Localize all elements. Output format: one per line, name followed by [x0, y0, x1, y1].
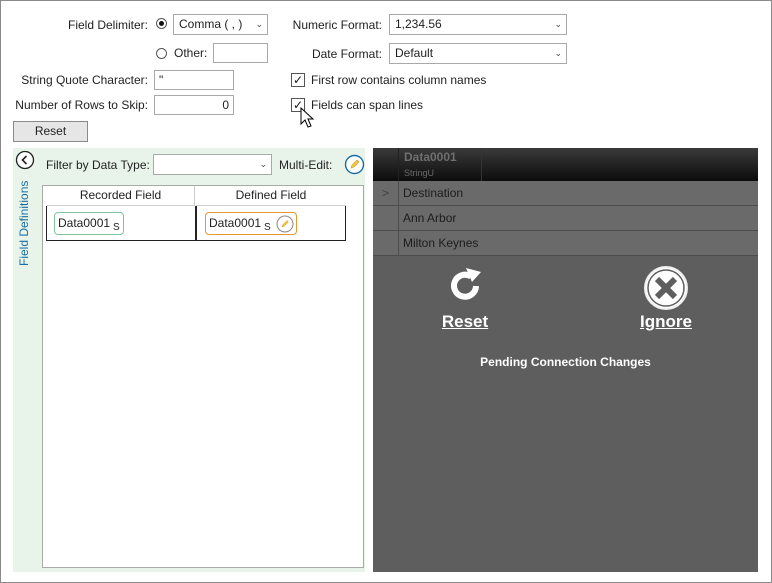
refresh-icon	[451, 268, 481, 300]
recorded-field-chip[interactable]: Data0001 S	[54, 212, 124, 235]
first-row-names-checkbox[interactable]: ✓	[291, 73, 305, 87]
pencil-icon[interactable]	[276, 215, 294, 233]
preview-cell: Ann Arbor	[403, 211, 457, 225]
date-format-value: Default	[395, 46, 434, 60]
recorded-field-name: Data0001	[58, 216, 111, 230]
row-marker: >	[373, 181, 399, 205]
overlay-message: Pending Connection Changes	[480, 355, 651, 369]
chevron-down-icon: ⌄	[554, 48, 562, 58]
chevron-down-icon: ⌄	[554, 19, 562, 29]
overlay-ignore-label: Ignore	[640, 312, 692, 331]
window: Field Delimiter: Comma ( , ) ⌄ Other: St…	[0, 0, 772, 583]
first-row-names-label: First row contains column names	[311, 73, 487, 87]
field-definitions-vertical-title-wrap: Field Definitions	[17, 181, 35, 366]
preview-panel: Data0001 StringU > Destination Ann Arbor…	[373, 148, 758, 572]
field-delimiter-label: Field Delimiter:	[67, 18, 148, 32]
numeric-format-value: 1,234.56	[395, 17, 442, 31]
multi-edit-label: Multi-Edit:	[279, 158, 333, 172]
numeric-format-label: Numeric Format:	[292, 18, 382, 32]
column-header-defined[interactable]: Defined Field	[196, 186, 346, 206]
preview-cell: Destination	[403, 186, 464, 200]
chevron-down-icon: ⌄	[259, 159, 267, 169]
preview-row[interactable]: Milton Keynes	[373, 231, 758, 256]
preview-row[interactable]: > Destination	[373, 181, 758, 206]
overlay-ignore-action[interactable]: Ignore	[631, 264, 701, 334]
defined-field-name: Data0001	[209, 216, 262, 230]
defined-field-chip[interactable]: Data0001 S	[205, 212, 297, 235]
preview-header: Data0001 StringU	[373, 148, 758, 181]
table-row[interactable]: Data0001 S Data0001 S	[46, 206, 346, 241]
preview-column-type: StringU	[404, 168, 435, 178]
chevron-down-icon: ⌄	[255, 19, 263, 29]
overlay-reset-action[interactable]: Reset	[433, 264, 497, 334]
rows-to-skip-label: Number of Rows to Skip:	[15, 98, 148, 112]
delimiter-select-value: Comma ( , )	[179, 17, 243, 31]
preview-column-name: Data0001	[404, 150, 457, 164]
collapse-left-icon[interactable]	[15, 150, 35, 170]
pencil-icon[interactable]	[344, 154, 365, 175]
preview-cell: Milton Keynes	[403, 236, 479, 250]
quote-char-input[interactable]: "	[154, 70, 234, 90]
quote-char-label: String Quote Character:	[21, 73, 148, 87]
field-definitions-title: Field Definitions	[17, 180, 31, 266]
defined-field-type: S	[264, 222, 271, 234]
date-format-select[interactable]: Default ⌄	[389, 43, 567, 64]
reset-button[interactable]: Reset	[13, 121, 88, 142]
field-grid: Recorded Field Defined Field Data0001 S D…	[42, 185, 364, 568]
rows-to-skip-input[interactable]: 0	[154, 95, 234, 115]
numeric-format-select[interactable]: 1,234.56 ⌄	[389, 14, 567, 35]
span-lines-label: Fields can span lines	[311, 98, 424, 112]
mouse-cursor-icon	[300, 107, 315, 128]
preview-row[interactable]: Ann Arbor	[373, 206, 758, 231]
delimiter-other-radio[interactable]	[156, 48, 167, 59]
close-icon	[644, 266, 688, 310]
delimiter-preset-radio[interactable]	[156, 18, 167, 29]
overlay-reset-label: Reset	[441, 312, 489, 331]
row-header	[373, 206, 399, 230]
delimiter-other-label: Other:	[174, 46, 208, 60]
date-format-label: Date Format:	[311, 47, 382, 61]
delimiter-select[interactable]: Comma ( , ) ⌄	[173, 14, 268, 35]
delimiter-other-input[interactable]	[213, 43, 268, 63]
preview-rows: > Destination Ann Arbor Milton Keynes	[373, 181, 758, 256]
filter-data-type-label: Filter by Data Type:	[46, 158, 150, 172]
field-grid-header: Recorded Field Defined Field	[47, 186, 347, 206]
preview-column-header[interactable]: Data0001 StringU	[398, 148, 482, 181]
row-divider	[195, 206, 197, 240]
filter-data-type-select[interactable]: ⌄	[153, 154, 272, 175]
row-header	[373, 231, 399, 255]
recorded-field-type: S	[113, 222, 120, 234]
column-header-recorded[interactable]: Recorded Field	[47, 186, 195, 206]
